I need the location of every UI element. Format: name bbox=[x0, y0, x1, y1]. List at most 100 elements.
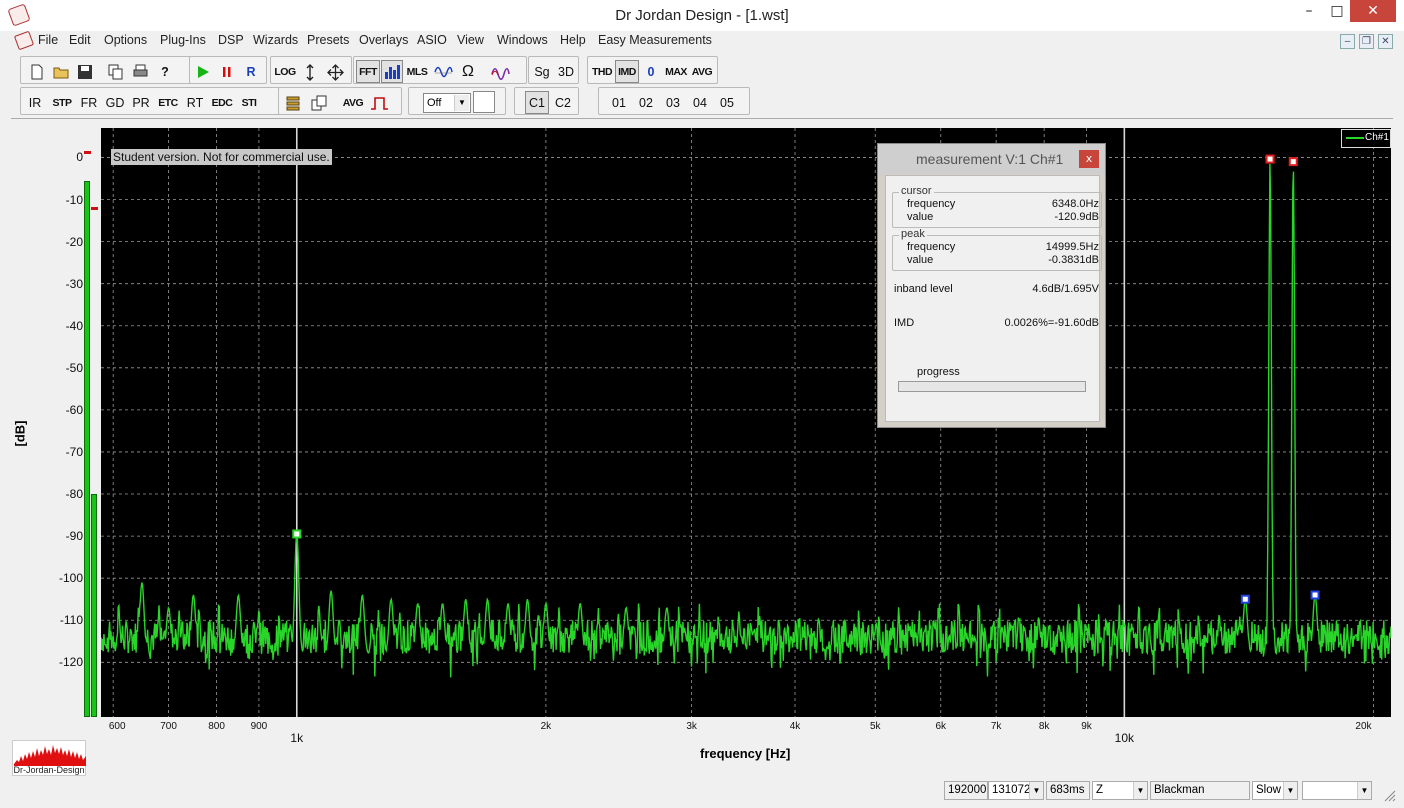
file-toolbar-group: ? bbox=[20, 56, 192, 84]
menu-plugins[interactable]: Plug-Ins bbox=[160, 33, 206, 47]
menu-edit[interactable]: Edit bbox=[69, 33, 91, 47]
pan-button[interactable] bbox=[323, 60, 347, 83]
waveform-button[interactable] bbox=[431, 60, 455, 83]
ir-button[interactable]: IR bbox=[23, 91, 47, 114]
menu-overlays[interactable]: Overlays bbox=[359, 33, 408, 47]
new-file-button[interactable] bbox=[26, 60, 48, 83]
edc-button[interactable]: EDC bbox=[209, 91, 235, 114]
vertical-zoom-button[interactable] bbox=[299, 60, 321, 83]
thd-button[interactable]: THD bbox=[590, 60, 614, 83]
help-button[interactable]: ? bbox=[154, 60, 176, 83]
gd-button[interactable]: GD bbox=[103, 91, 127, 114]
y-tick-label: -10 bbox=[65, 192, 83, 207]
menu-view[interactable]: View bbox=[457, 33, 484, 47]
document-icon[interactable] bbox=[13, 30, 35, 51]
sg3d-toolbar-group: Sg 3D bbox=[528, 56, 579, 84]
off-select[interactable]: Off ▼ bbox=[423, 93, 471, 113]
chevron-down-icon: ▼ bbox=[454, 95, 469, 111]
log-scale-button[interactable]: LOG bbox=[273, 60, 297, 83]
menu-wizards[interactable]: Wizards bbox=[253, 33, 298, 47]
menu-dsp[interactable]: DSP bbox=[218, 33, 244, 47]
menu-file[interactable]: File bbox=[38, 33, 58, 47]
dialog-body: cursor frequency 6348.0Hz value -120.9dB… bbox=[885, 175, 1102, 422]
resize-grip-icon[interactable] bbox=[1384, 790, 1396, 802]
channel-2-button[interactable]: C2 bbox=[551, 91, 575, 114]
menu-options[interactable]: Options bbox=[104, 33, 147, 47]
spectrum-bars-button[interactable] bbox=[381, 60, 403, 83]
menu-help[interactable]: Help bbox=[560, 33, 586, 47]
menu-asio[interactable]: ASIO bbox=[417, 33, 447, 47]
overlay-04-button[interactable]: 04 bbox=[688, 91, 712, 114]
x-tick-label: 4k bbox=[789, 721, 801, 732]
gate-button[interactable] bbox=[367, 91, 391, 114]
mdi-minimize-button[interactable]: – bbox=[1340, 34, 1355, 49]
imd-button[interactable]: IMD bbox=[615, 60, 639, 83]
mdi-restore-button[interactable]: ❐ bbox=[1359, 34, 1374, 49]
logo-spectrum-graphic bbox=[14, 745, 86, 766]
menu-windows[interactable]: Windows bbox=[497, 33, 548, 47]
fft-button[interactable]: FFT bbox=[356, 60, 380, 83]
save-button[interactable] bbox=[74, 60, 96, 83]
copy-icon bbox=[108, 64, 123, 80]
mdi-close-button[interactable]: ✕ bbox=[1378, 34, 1393, 49]
channel-1-button[interactable]: C1 bbox=[525, 91, 549, 114]
pause-button[interactable] bbox=[216, 60, 238, 83]
rt-button[interactable]: RT bbox=[183, 91, 207, 114]
title-bar: Dr Jordan Design - [1.wst] – □ ✕ bbox=[0, 0, 1404, 31]
cascade-windows-icon bbox=[311, 95, 326, 111]
open-file-button[interactable] bbox=[50, 60, 72, 83]
menu-presets[interactable]: Presets bbox=[307, 33, 349, 47]
speed-value: Slow bbox=[1256, 784, 1281, 796]
overlay-waveform-button[interactable] bbox=[488, 60, 512, 83]
blank-toggle[interactable] bbox=[473, 91, 495, 113]
chart-legend[interactable]: Ch#1 bbox=[1341, 129, 1391, 148]
close-button[interactable]: ✕ bbox=[1350, 0, 1396, 22]
extra-select[interactable]: ▼ bbox=[1302, 781, 1372, 800]
bar-chart-icon bbox=[384, 65, 400, 79]
progress-label: progress bbox=[917, 366, 960, 378]
fr-button[interactable]: FR bbox=[77, 91, 101, 114]
dialog-close-button[interactable]: x bbox=[1079, 150, 1099, 168]
avg-tool-button[interactable]: AVG bbox=[341, 91, 365, 114]
record-r-button[interactable]: R bbox=[240, 60, 262, 83]
overlay-05-button[interactable]: 05 bbox=[715, 91, 739, 114]
menu-easy-measurements[interactable]: Easy Measurements bbox=[598, 33, 712, 47]
minimize-button[interactable]: – bbox=[1294, 0, 1324, 22]
windows-tool-button[interactable] bbox=[307, 91, 331, 114]
max-hold-button[interactable]: MAX bbox=[664, 60, 688, 83]
signal-generator-button[interactable]: Sg bbox=[531, 60, 553, 83]
measurement-dialog[interactable]: measurement V:1 Ch#1 x cursor frequency … bbox=[877, 143, 1106, 428]
etc-button[interactable]: ETC bbox=[155, 91, 181, 114]
stack-tool-button[interactable] bbox=[281, 91, 305, 114]
off-select-value: Off bbox=[427, 97, 442, 109]
overlay-01-button[interactable]: 01 bbox=[607, 91, 631, 114]
overlay-03-button[interactable]: 03 bbox=[661, 91, 685, 114]
open-folder-icon bbox=[53, 67, 68, 79]
copy-button[interactable] bbox=[105, 60, 127, 83]
chevron-down-icon: ▼ bbox=[1133, 782, 1147, 799]
fft-size-select[interactable]: 131072 ▼ bbox=[988, 781, 1044, 800]
print-button[interactable] bbox=[129, 60, 151, 83]
spectrum-chart[interactable] bbox=[101, 128, 1391, 717]
3d-view-button[interactable]: 3D bbox=[555, 60, 577, 83]
pr-button[interactable]: PR bbox=[129, 91, 153, 114]
overlay-02-button[interactable]: 02 bbox=[634, 91, 658, 114]
maximize-button[interactable]: □ bbox=[1322, 0, 1352, 22]
mls-button[interactable]: MLS bbox=[405, 60, 429, 83]
measurement-type-group: IR STP FR GD PR ETC RT EDC STI bbox=[20, 87, 280, 115]
weighting-select[interactable]: Z ▼ bbox=[1092, 781, 1148, 800]
spectrum-plot[interactable] bbox=[101, 128, 1391, 717]
peak-marker bbox=[1310, 590, 1320, 600]
dialog-title[interactable]: measurement V:1 Ch#1 bbox=[878, 144, 1105, 174]
zero-button[interactable]: 0 bbox=[640, 60, 662, 83]
window-title: Dr Jordan Design - [1.wst] bbox=[615, 7, 789, 24]
speed-select[interactable]: Slow ▼ bbox=[1252, 781, 1298, 800]
x-tick-label-major: 1k bbox=[290, 731, 304, 745]
sti-button[interactable]: STI bbox=[237, 91, 261, 114]
play-button[interactable] bbox=[192, 60, 214, 83]
peak-marker bbox=[1265, 154, 1275, 164]
stp-button[interactable]: STP bbox=[49, 91, 75, 114]
impedance-button[interactable]: Ω bbox=[457, 60, 479, 83]
peak-frequency-label: frequency bbox=[907, 241, 956, 253]
average-button[interactable]: AVG bbox=[690, 60, 714, 83]
